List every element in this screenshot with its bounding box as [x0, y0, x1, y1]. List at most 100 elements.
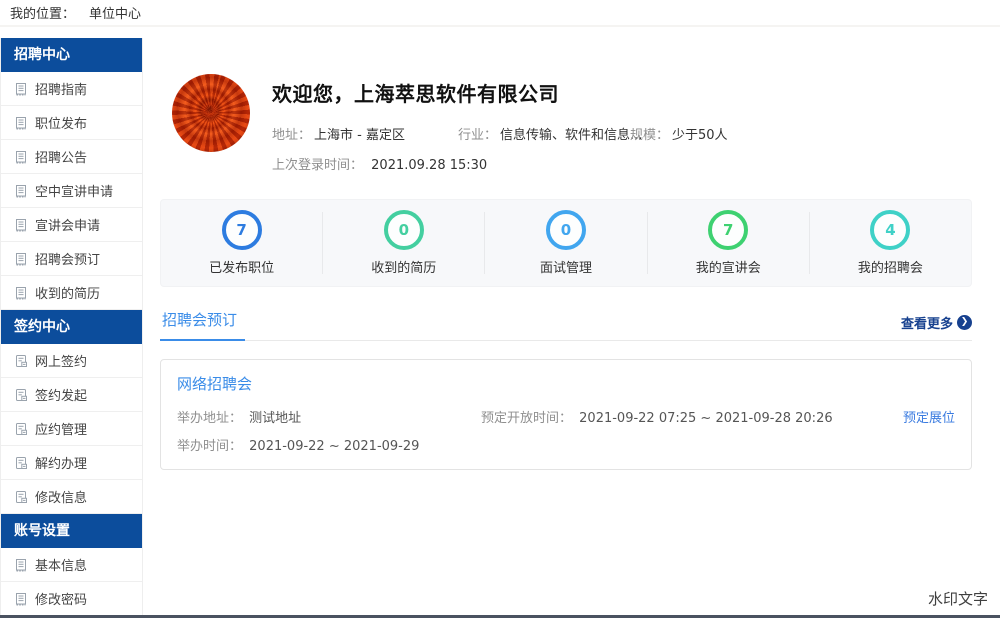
sidebar-item[interactable]: 网上签约	[1, 344, 142, 378]
watermark-text: 水印文字	[928, 588, 988, 609]
sidebar-item-label: 签约发起	[35, 385, 87, 404]
field-label: 地址：	[272, 128, 311, 143]
sidebar-section-header: 账号设置	[1, 514, 142, 548]
receipt-icon	[14, 252, 28, 266]
receipt-icon	[14, 184, 28, 198]
sidebar-item-label: 应约管理	[35, 419, 87, 438]
fair-open-time: 预定开放时间： 2021-09-22 07:25 ~ 2021-09-28 20…	[481, 407, 903, 426]
stat-item[interactable]: 7 我的宣讲会	[648, 210, 809, 276]
receipt-icon	[14, 150, 28, 164]
sidebar-item[interactable]: 修改信息	[1, 480, 142, 514]
field-value: 信息传输、软件和信息...	[500, 128, 642, 143]
last-login-value: 2021.09.28 15:30	[371, 158, 487, 173]
sidebar-item[interactable]: 收到的简历	[1, 276, 142, 310]
sidebar-item[interactable]: 宣讲会申请	[1, 208, 142, 242]
fair-address-value: 测试地址	[249, 411, 301, 426]
company-fields: 地址：上海市 - 嘉定区行业：信息传输、软件和信息...规模：少于50人	[272, 124, 728, 143]
sidebar-section-header: 签约中心	[1, 310, 142, 344]
sidebar-item-label: 修改信息	[35, 487, 87, 506]
sidebar-item-label: 招聘公告	[35, 147, 87, 166]
view-more-link[interactable]: 查看更多 ❯	[901, 313, 972, 340]
contract-icon	[14, 456, 28, 470]
tab-row: 招聘会预订 查看更多 ❯	[160, 307, 972, 341]
sidebar-item[interactable]: 招聘公告	[1, 140, 142, 174]
contract-icon	[14, 490, 28, 504]
company-field: 行业：信息传输、软件和信息...	[458, 124, 630, 143]
contract-icon	[14, 422, 28, 436]
company-field: 地址：上海市 - 嘉定区	[272, 124, 458, 143]
stat-value: 7	[708, 210, 748, 250]
welcome-title: 欢迎您，上海萃思软件有限公司	[272, 78, 728, 107]
breadcrumb-label: 我的位置：	[10, 3, 75, 22]
receipt-icon	[14, 592, 28, 606]
fair-card-body: 举办地址： 测试地址 举办时间： 2021-09-22 ~ 2021-09-29…	[177, 407, 955, 454]
sidebar-item[interactable]: 招聘会预订	[1, 242, 142, 276]
fair-address-label: 举办地址：	[177, 411, 242, 426]
stat-label: 我的宣讲会	[696, 257, 761, 276]
sidebar-item[interactable]: 签约发起	[1, 378, 142, 412]
stat-label: 我的招聘会	[858, 257, 923, 276]
company-field: 规模：少于50人	[630, 124, 728, 143]
sidebar-item-label: 招聘会预订	[35, 249, 100, 268]
stat-item[interactable]: 0 收到的简历	[323, 210, 484, 276]
sidebar-item-label: 解约办理	[35, 453, 87, 472]
stat-label: 收到的简历	[371, 257, 436, 276]
stat-label: 已发布职位	[209, 257, 274, 276]
tab-fair-booking[interactable]: 招聘会预订	[160, 307, 245, 341]
sidebar-item[interactable]: 修改密码	[1, 582, 142, 616]
contract-icon	[14, 388, 28, 402]
field-value: 上海市 - 嘉定区	[314, 128, 405, 143]
stat-value: 0	[546, 210, 586, 250]
last-login-label: 上次登录时间：	[272, 158, 363, 173]
last-login: 上次登录时间： 2021.09.28 15:30	[272, 154, 728, 173]
sidebar-item[interactable]: 基本信息	[1, 548, 142, 582]
sidebar-item[interactable]: 解约办理	[1, 446, 142, 480]
sidebar-item-label: 招聘指南	[35, 79, 87, 98]
breadcrumb-current[interactable]: 单位中心	[89, 3, 141, 22]
contract-icon	[14, 354, 28, 368]
welcome-section: 欢迎您，上海萃思软件有限公司 地址：上海市 - 嘉定区行业：信息传输、软件和信息…	[160, 74, 972, 173]
fair-time-label: 举办时间：	[177, 439, 242, 454]
sidebar: 招聘中心招聘指南职位发布招聘公告空中宣讲申请宣讲会申请招聘会预订收到的简历签约中…	[0, 38, 143, 617]
book-booth-link[interactable]: 预定展位	[903, 407, 955, 454]
stats-panel: 7 已发布职位 0 收到的简历 0面试管理 7 我的宣讲会 4我的招聘会	[160, 199, 972, 287]
receipt-icon	[14, 286, 28, 300]
stat-item[interactable]: 4我的招聘会	[810, 210, 971, 276]
sidebar-item-label: 网上签约	[35, 351, 87, 370]
receipt-icon	[14, 82, 28, 96]
field-label: 行业：	[458, 128, 497, 143]
sidebar-item[interactable]: 应约管理	[1, 412, 142, 446]
stat-value: 0	[384, 210, 424, 250]
main-content: 欢迎您，上海萃思软件有限公司 地址：上海市 - 嘉定区行业：信息传输、软件和信息…	[160, 28, 972, 470]
sidebar-item-label: 收到的简历	[35, 283, 100, 302]
fair-card: 网络招聘会 举办地址： 测试地址 举办时间： 2021-09-22 ~ 2021…	[160, 359, 972, 470]
fair-time: 举办时间： 2021-09-22 ~ 2021-09-29	[177, 435, 481, 454]
sidebar-item-label: 修改密码	[35, 589, 87, 608]
stat-value: 7	[222, 210, 262, 250]
sidebar-item[interactable]: 空中宣讲申请	[1, 174, 142, 208]
receipt-icon	[14, 218, 28, 232]
fair-open-value: 2021-09-22 07:25 ~ 2021-09-28 20:26	[579, 411, 832, 426]
field-value: 少于50人	[672, 128, 728, 143]
fair-address: 举办地址： 测试地址	[177, 407, 481, 426]
fair-card-title[interactable]: 网络招聘会	[177, 373, 252, 394]
breadcrumb: 我的位置： 单位中心	[0, 0, 1000, 27]
fair-section: 招聘会预订 查看更多 ❯ 网络招聘会 举办地址： 测试地址 举办时间： 2021…	[160, 307, 972, 470]
sidebar-item-label: 职位发布	[35, 113, 87, 132]
stat-item[interactable]: 7 已发布职位	[161, 210, 322, 276]
sidebar-item-label: 空中宣讲申请	[35, 181, 113, 200]
company-avatar	[172, 74, 250, 152]
sidebar-item[interactable]: 职位发布	[1, 106, 142, 140]
view-more-label: 查看更多	[901, 313, 953, 332]
sidebar-section-header: 招聘中心	[1, 38, 142, 72]
welcome-text: 欢迎您，上海萃思软件有限公司 地址：上海市 - 嘉定区行业：信息传输、软件和信息…	[272, 74, 728, 173]
fair-open-label: 预定开放时间：	[481, 411, 572, 426]
sidebar-item-label: 宣讲会申请	[35, 215, 100, 234]
sidebar-item-label: 基本信息	[35, 555, 87, 574]
fair-card-mid: 预定开放时间： 2021-09-22 07:25 ~ 2021-09-28 20…	[481, 407, 903, 454]
sidebar-item[interactable]: 招聘指南	[1, 72, 142, 106]
field-label: 规模：	[630, 128, 669, 143]
chevron-right-icon: ❯	[957, 315, 972, 330]
stat-item[interactable]: 0面试管理	[485, 210, 646, 276]
receipt-icon	[14, 116, 28, 130]
